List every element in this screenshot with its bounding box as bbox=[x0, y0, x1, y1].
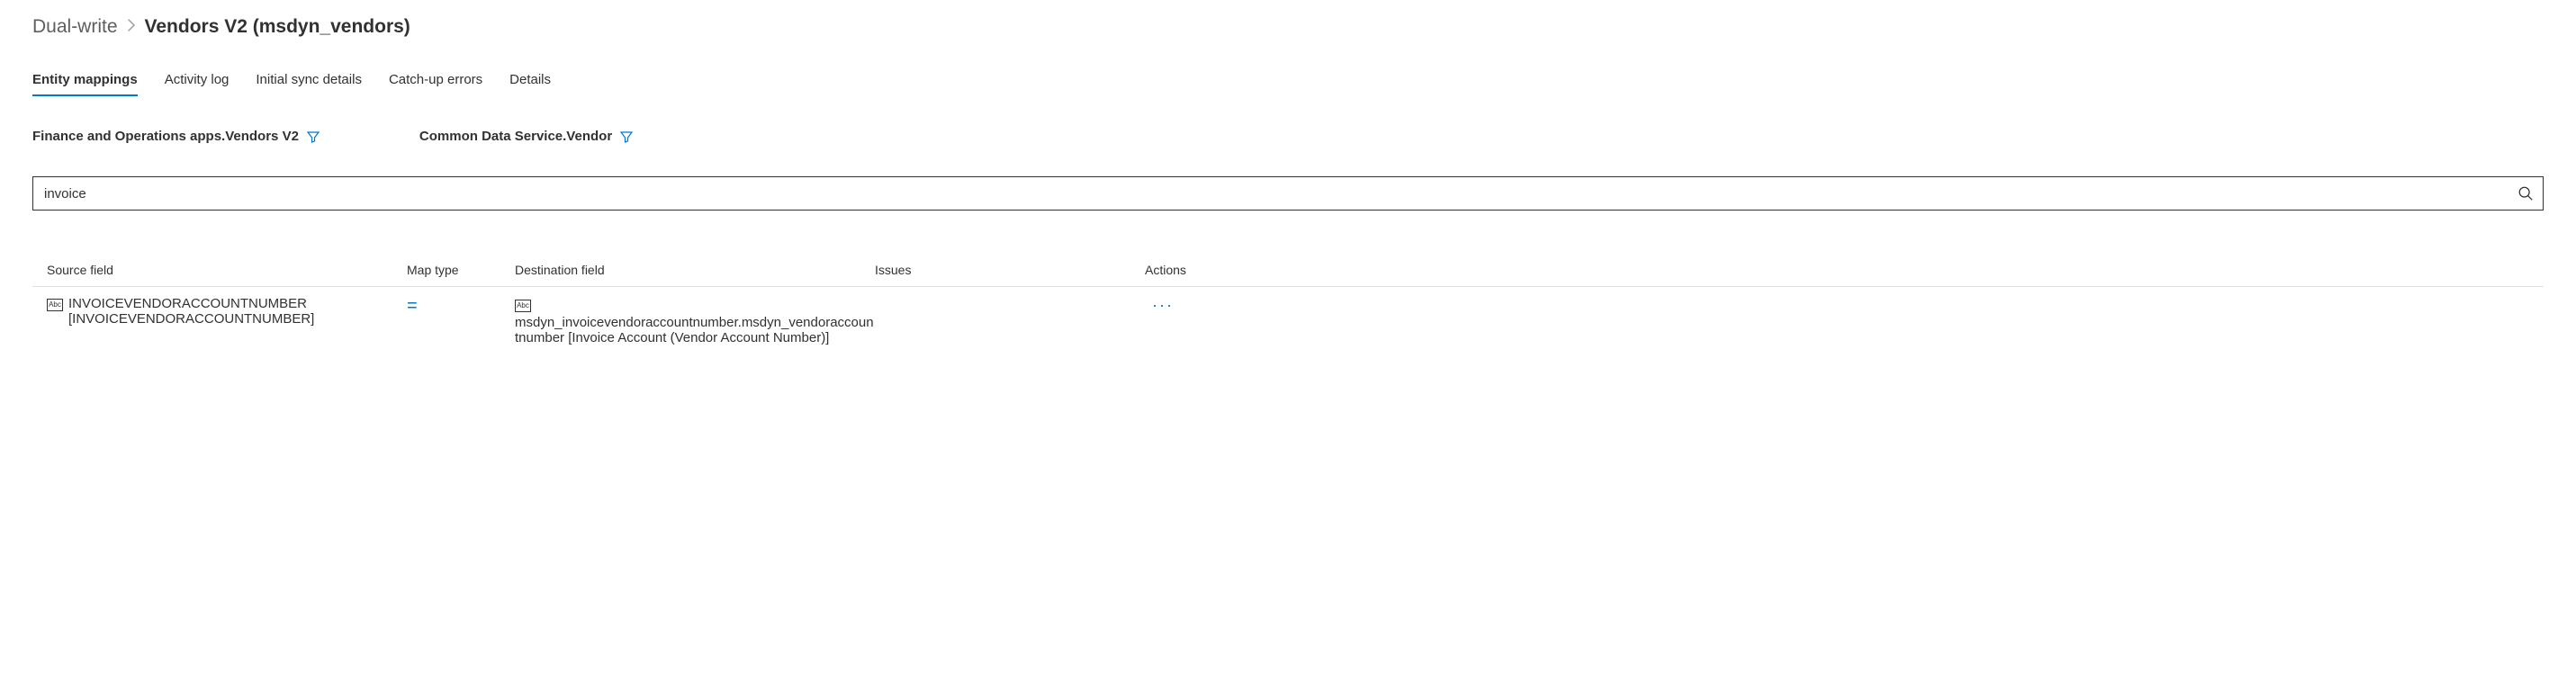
row-actions-menu[interactable]: ··· bbox=[1145, 296, 1280, 315]
search-icon[interactable] bbox=[2517, 185, 2534, 202]
col-source[interactable]: Source field bbox=[47, 263, 407, 277]
destination-field-value: msdyn_invoicevendoraccountnumber.msdyn_v… bbox=[515, 315, 874, 345]
tab-details[interactable]: Details bbox=[509, 68, 551, 94]
search-box[interactable] bbox=[32, 176, 2544, 211]
filter-icon bbox=[306, 130, 320, 144]
search-input[interactable] bbox=[42, 183, 2517, 205]
text-type-icon: Abc bbox=[515, 300, 531, 312]
col-maptype[interactable]: Map type bbox=[407, 263, 515, 277]
filter-right-label: Common Data Service.Vendor bbox=[419, 129, 612, 144]
col-actions[interactable]: Actions bbox=[1145, 263, 1280, 277]
tab-initial-sync[interactable]: Initial sync details bbox=[256, 68, 362, 94]
table-row[interactable]: Abc INVOICEVENDORACCOUNTNUMBER [INVOICEV… bbox=[32, 287, 2544, 353]
filter-right[interactable]: Common Data Service.Vendor bbox=[419, 129, 634, 144]
filters-row: Finance and Operations apps.Vendors V2 C… bbox=[32, 129, 2544, 144]
tabs: Entity mappings Activity log Initial syn… bbox=[32, 68, 2544, 94]
breadcrumb-root[interactable]: Dual-write bbox=[32, 16, 118, 38]
tab-entity-mappings[interactable]: Entity mappings bbox=[32, 68, 138, 94]
tab-activity-log[interactable]: Activity log bbox=[165, 68, 230, 94]
col-destination[interactable]: Destination field bbox=[515, 263, 875, 277]
filter-left[interactable]: Finance and Operations apps.Vendors V2 bbox=[32, 129, 320, 144]
map-type-equals-icon[interactable]: = bbox=[407, 296, 515, 317]
breadcrumb: Dual-write Vendors V2 (msdyn_vendors) bbox=[32, 16, 2544, 38]
table-header: Source field Map type Destination field … bbox=[32, 263, 2544, 287]
text-type-icon: Abc bbox=[47, 299, 63, 311]
chevron-right-icon bbox=[127, 19, 136, 36]
destination-field-cell: Abc msdyn_invoicevendoraccountnumber.msd… bbox=[515, 296, 875, 345]
tab-catchup-errors[interactable]: Catch-up errors bbox=[389, 68, 482, 94]
filter-left-label: Finance and Operations apps.Vendors V2 bbox=[32, 129, 299, 144]
col-issues[interactable]: Issues bbox=[875, 263, 1145, 277]
source-field-value: INVOICEVENDORACCOUNTNUMBER [INVOICEVENDO… bbox=[68, 296, 407, 327]
breadcrumb-current: Vendors V2 (msdyn_vendors) bbox=[145, 16, 410, 38]
source-field-cell: Abc INVOICEVENDORACCOUNTNUMBER [INVOICEV… bbox=[47, 296, 407, 327]
filter-icon bbox=[619, 130, 634, 144]
